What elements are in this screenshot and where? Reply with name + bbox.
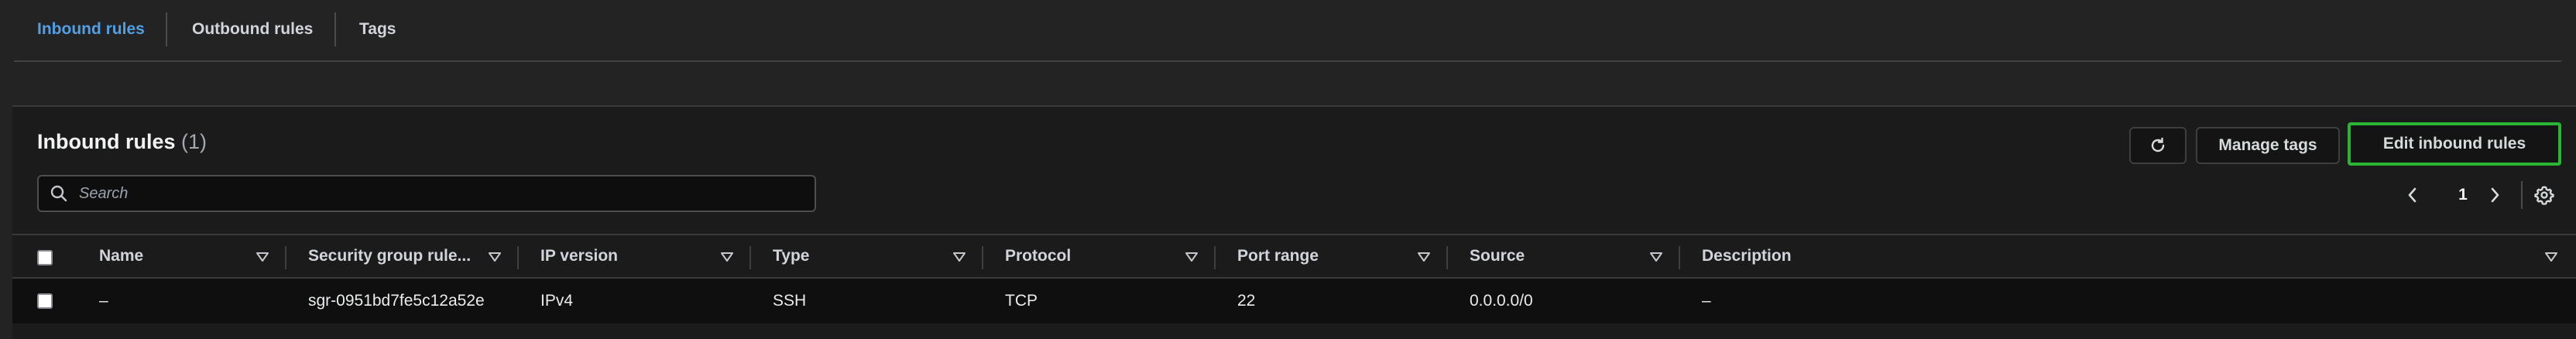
column-divider [1446,246,1448,269]
sort-icon[interactable] [1417,251,1431,263]
panel-title: Inbound rules (1) [37,130,207,154]
sort-icon[interactable] [1649,251,1663,263]
next-page-button[interactable] [2487,181,2509,209]
search-icon [50,185,67,202]
cell-type: SSH [773,292,807,310]
column-header-source[interactable]: Source [1470,235,1648,277]
search-input[interactable] [77,183,774,204]
select-all-checkbox[interactable] [37,250,53,265]
column-header-description[interactable]: Description [1702,235,2399,277]
cell-port-range: 22 [1237,292,1256,310]
panel-title-text: Inbound rules [37,130,176,153]
column-divider [749,246,751,269]
page-number[interactable]: 1 [2451,181,2475,209]
cell-protocol: TCP [1005,292,1038,310]
column-divider [982,246,983,269]
cell-description: – [1702,292,1711,310]
sort-icon[interactable] [488,251,502,263]
chevron-left-icon [2408,187,2417,203]
column-divider [1679,246,1680,269]
chevron-right-icon [2491,187,2499,203]
sort-icon[interactable] [720,251,734,263]
rule-count: (1) [181,130,208,153]
cell-name: – [99,292,108,310]
tab-inbound-rules[interactable]: Inbound rules [37,14,145,45]
table-header-row: Name Security group rule... IP version T… [12,234,2576,279]
tab-divider [166,12,167,46]
tab-divider [334,12,336,46]
pagination-divider [2521,181,2523,209]
sort-icon[interactable] [1185,251,1199,263]
tab-tags[interactable]: Tags [359,14,396,45]
search-box[interactable] [37,175,816,212]
column-divider [1214,246,1216,269]
sort-icon[interactable] [256,251,269,263]
column-header-type[interactable]: Type [773,235,951,277]
manage-tags-button[interactable]: Manage tags [2196,127,2340,164]
rules-table: Name Security group rule... IP version T… [12,234,2576,324]
column-header-rule-id[interactable]: Security group rule... [308,235,486,277]
column-divider [517,246,519,269]
sort-icon[interactable] [2544,251,2558,263]
edit-inbound-rules-button[interactable]: Edit inbound rules [2348,122,2561,166]
cell-rule-id: sgr-0951bd7fe5c12a52e [308,292,485,310]
table-row[interactable]: – sgr-0951bd7fe5c12a52e IPv4 SSH TCP 22 … [12,279,2576,324]
refresh-icon [2151,137,2165,152]
inbound-rules-panel: Inbound rules (1) Manage tags Edit inbou… [12,105,2576,339]
previous-page-button[interactable] [2405,181,2427,209]
panel-footer [12,324,2576,339]
column-divider [285,246,286,269]
gear-icon [2534,186,2554,205]
tab-outbound-rules[interactable]: Outbound rules [192,14,313,45]
cell-source: 0.0.0.0/0 [1470,292,1533,310]
table-settings-button[interactable] [2530,181,2558,209]
column-header-ip-version[interactable]: IP version [540,235,719,277]
sort-icon[interactable] [952,251,966,263]
column-header-name[interactable]: Name [99,235,246,277]
row-select-checkbox[interactable] [37,293,53,309]
column-header-port-range[interactable]: Port range [1237,235,1415,277]
cell-ip-version: IPv4 [540,292,574,310]
refresh-button[interactable] [2129,127,2187,164]
column-header-protocol[interactable]: Protocol [1005,235,1183,277]
tab-bar: Inbound rules Outbound rules Tags [14,0,2561,62]
